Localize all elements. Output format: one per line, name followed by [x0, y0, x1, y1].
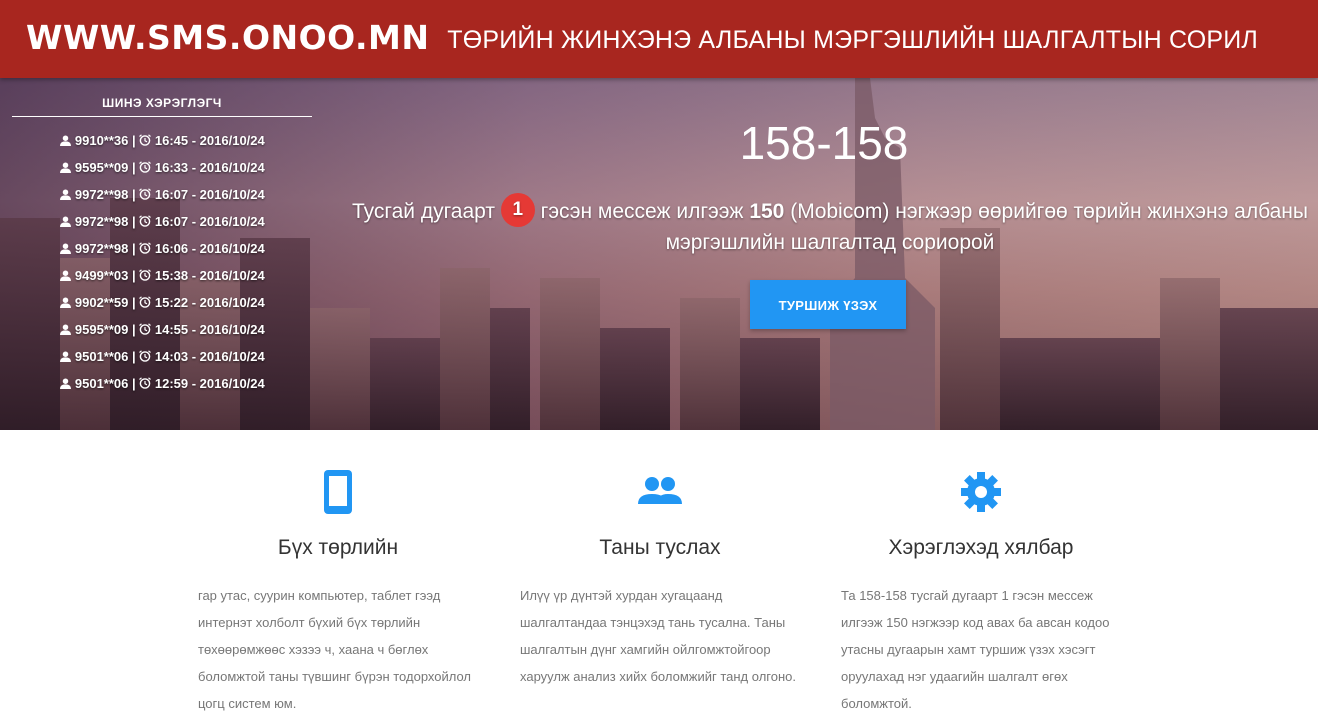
user-icon	[60, 243, 72, 254]
user-icon	[60, 324, 72, 335]
feature-text: Та 158-158 тусгай дугаарт 1 гэсэн мессеж…	[841, 588, 1110, 711]
feature-title: Бүх төрлийн	[277, 536, 399, 559]
user-phone: 9910**36	[74, 133, 129, 148]
new-user-row: 9595**09 | 14:55 - 2016/10/24	[0, 319, 325, 346]
new-users-title: ШИНЭ ХЭРЭГЛЭГЧ	[12, 96, 312, 117]
alarm-clock-icon	[139, 323, 152, 335]
smartphone-icon	[198, 468, 478, 516]
top-header: WWW.SMS.ONOO.MN ТӨРИЙН ЖИНХЭНЭ АЛБАНЫ МЭ…	[0, 0, 1318, 78]
desc-price: 150	[749, 200, 785, 223]
user-time: 16:06 - 2016/10/24	[154, 241, 265, 256]
hero-content: 158-158 Тусгай дугаарт 1 гэсэн мессеж ил…	[330, 78, 1318, 430]
site-title: ТӨРИЙН ЖИНХЭНЭ АЛБАНЫ МЭРГЭШЛИЙН ШАЛГАЛТ…	[447, 26, 1258, 54]
alarm-clock-icon	[139, 296, 152, 308]
new-user-row: 9499**03 | 15:38 - 2016/10/24	[0, 265, 325, 292]
user-time: 14:03 - 2016/10/24	[154, 349, 265, 364]
user-phone: 9902**59	[74, 295, 129, 310]
try-button[interactable]: ТУРШИЖ ҮЗЭХ	[750, 280, 906, 329]
feature-title: Таны туслах	[599, 536, 721, 559]
user-time: 12:59 - 2016/10/24	[154, 376, 265, 391]
alarm-clock-icon	[139, 269, 152, 281]
gear-icon	[841, 468, 1121, 516]
user-icon	[60, 351, 72, 362]
desc-text-1: Тусгай дугаарт	[351, 200, 501, 223]
user-phone: 9972**98	[74, 241, 129, 256]
user-icon	[60, 270, 72, 281]
feature-text: Илүү үр дүнтэй хурдан хугацаанд шалгалта…	[520, 588, 796, 684]
new-user-row: 9501**06 | 14:03 - 2016/10/24	[0, 346, 325, 373]
alarm-clock-icon	[139, 134, 152, 146]
alarm-clock-icon	[139, 188, 152, 200]
alarm-clock-icon	[139, 215, 152, 227]
people-icon	[520, 468, 800, 516]
desc-text-2: гэсэн мессеж илгээж	[534, 200, 750, 223]
user-icon	[60, 135, 72, 146]
user-icon	[60, 216, 72, 227]
user-time: 15:22 - 2016/10/24	[154, 295, 265, 310]
alarm-clock-icon	[139, 242, 152, 254]
user-phone: 9501**06	[74, 349, 129, 364]
user-phone: 9499**03	[74, 268, 129, 283]
code-badge: 1	[500, 193, 535, 228]
new-user-row: 9910**36 | 16:45 - 2016/10/24	[0, 130, 325, 157]
user-time: 16:07 - 2016/10/24	[154, 187, 265, 202]
user-icon	[60, 378, 72, 389]
new-users-panel: ШИНЭ ХЭРЭГЛЭГЧ 9910**36 | 16:45 - 2016/1…	[0, 78, 325, 430]
alarm-clock-icon	[139, 377, 152, 389]
new-user-row: 9972**98 | 16:07 - 2016/10/24	[0, 211, 325, 238]
new-users-list: 9910**36 | 16:45 - 2016/10/24 9595**09 |…	[0, 130, 325, 400]
user-phone: 9501**06	[74, 376, 129, 391]
user-icon	[60, 189, 72, 200]
alarm-clock-icon	[139, 350, 152, 362]
user-time: 16:07 - 2016/10/24	[154, 214, 265, 229]
user-phone: 9972**98	[74, 187, 129, 202]
new-user-row: 9501**06 | 12:59 - 2016/10/24	[0, 373, 325, 400]
user-phone: 9595**09	[74, 322, 129, 337]
new-user-row: 9595**09 | 16:33 - 2016/10/24	[0, 157, 325, 184]
new-user-row: 9972**98 | 16:06 - 2016/10/24	[0, 238, 325, 265]
user-time: 14:55 - 2016/10/24	[154, 322, 265, 337]
user-icon	[60, 297, 72, 308]
short-number: 158-158	[739, 117, 909, 169]
new-user-row: 9972**98 | 16:07 - 2016/10/24	[0, 184, 325, 211]
new-user-row: 9902**59 | 15:22 - 2016/10/24	[0, 292, 325, 319]
user-time: 16:45 - 2016/10/24	[154, 133, 265, 148]
user-time: 16:33 - 2016/10/24	[154, 160, 265, 175]
feature-title: Хэрэглэхэд хялбар	[888, 536, 1074, 559]
user-phone: 9972**98	[74, 214, 129, 229]
alarm-clock-icon	[139, 161, 152, 173]
user-time: 15:38 - 2016/10/24	[154, 268, 265, 283]
user-icon	[60, 162, 72, 173]
site-logo-link[interactable]: WWW.SMS.ONOO.MN	[26, 18, 430, 57]
user-phone: 9595**09	[74, 160, 129, 175]
hero-description: Тусгай дугаарт 1 гэсэн мессеж илгээж 150…	[350, 193, 1310, 258]
features-section: Бүх төрлийн гар утас, суурин компьютер, …	[0, 430, 1318, 726]
feature-text: гар утас, суурин компьютер, таблет гээд …	[198, 588, 472, 711]
